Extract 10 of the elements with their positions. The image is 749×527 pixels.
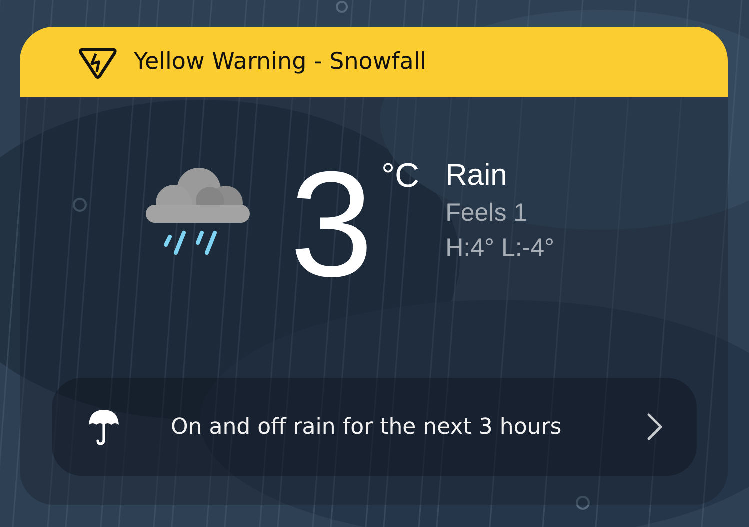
- chevron-right-icon: [647, 413, 663, 441]
- umbrella-icon: [88, 408, 120, 446]
- temperature-unit: °C: [381, 157, 420, 196]
- condition-label: Rain: [446, 159, 508, 193]
- warning-title: Yellow Warning - Snowfall: [134, 49, 427, 75]
- warning-banner[interactable]: Yellow Warning - Snowfall: [20, 27, 728, 97]
- high-low: H:4° L:-4°: [446, 234, 555, 263]
- temperature: 3: [290, 159, 374, 289]
- forecast-button[interactable]: On and off rain for the next 3 hours: [52, 378, 697, 476]
- feels-like: Feels 1: [446, 199, 529, 228]
